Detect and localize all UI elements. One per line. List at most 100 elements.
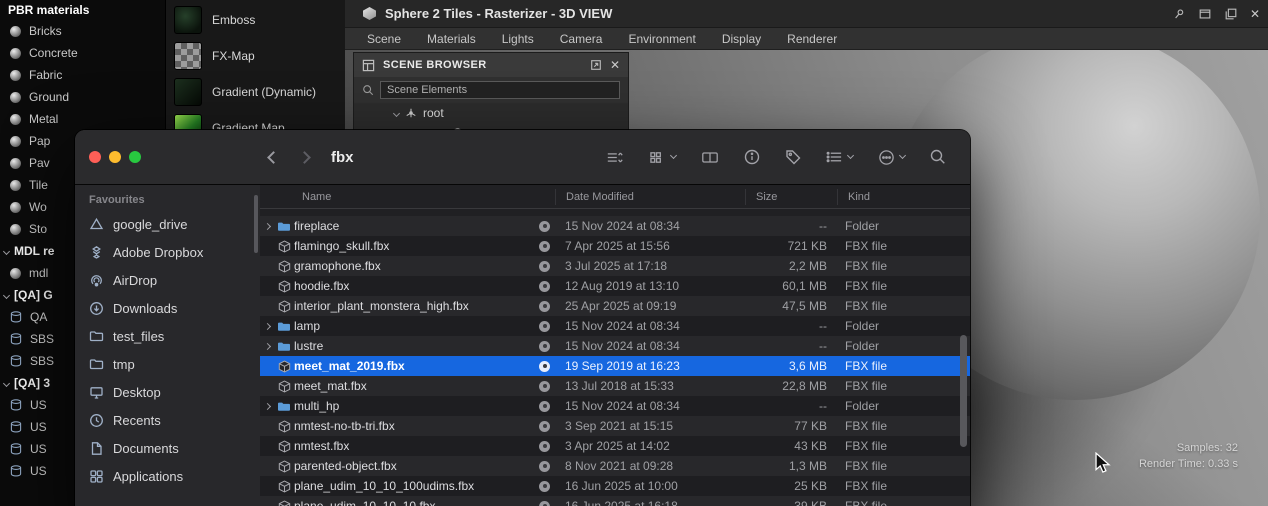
chevron-right-icon[interactable] [260,404,274,409]
sidebar-item-recents[interactable]: Recents [75,406,260,434]
sidebar-item-dropbox[interactable]: Adobe Dropbox [75,238,260,266]
material-sphere-icon [10,114,21,125]
section-label: MDL re [14,244,54,258]
app-titlebar[interactable]: Sphere 2 Tiles - Rasterizer - 3D VIEW ✕ [345,0,1268,28]
table-row[interactable]: plane_udim_10_10_10.fbx 16 Jun 2025 at 1… [260,496,970,506]
sync-status-icon [539,261,550,272]
menu-scene[interactable]: Scene [367,32,401,46]
tree-node-root[interactable]: root [354,103,628,123]
table-row[interactable]: meet_mat.fbx 13 Jul 2018 at 15:33 22,8 M… [260,376,970,396]
table-row[interactable]: flamingo_skull.fbx 7 Apr 2025 at 15:56 7… [260,236,970,256]
database-icon [10,443,22,455]
scene-browser-header[interactable]: SCENE BROWSER ✕ [354,53,628,77]
material-item[interactable]: Ground [0,86,165,108]
forward-button[interactable] [298,151,311,164]
back-button[interactable] [267,151,280,164]
info-button[interactable] [744,149,760,165]
file-kind: Folder [837,219,970,233]
material-item[interactable]: Fabric [0,64,165,86]
file-date: 3 Jul 2025 at 17:18 [555,259,745,273]
menu-environment[interactable]: Environment [628,32,695,46]
finder-toolbar[interactable]: fbx [75,130,970,185]
maximize-icon[interactable] [1224,7,1238,21]
list-header: Name Date Modified Size Kind [260,185,970,209]
material-item[interactable]: Metal [0,108,165,130]
sidebar-item-airdrop[interactable]: AirDrop [75,266,260,294]
menu-materials[interactable]: Materials [427,32,476,46]
sidebar-item-tmp[interactable]: tmp [75,350,260,378]
menu-camera[interactable]: Camera [560,32,603,46]
node-label: FX-Map [212,49,255,63]
file-list: Name Date Modified Size Kind fireplace 1… [260,185,970,506]
table-row[interactable]: multi_hp 15 Nov 2024 at 08:34 -- Folder [260,396,970,416]
chevron-right-icon[interactable] [260,344,274,349]
minimize-window-button[interactable] [109,151,121,163]
pin-icon[interactable] [1172,7,1186,21]
file-name: interior_plant_monstera_high.fbx [294,299,539,313]
chevron-down-icon [3,291,10,298]
sidebar-item-applications[interactable]: Applications [75,462,260,490]
material-label: Pav [29,156,50,170]
sync-status-icon [539,421,550,432]
sidebar-item-desktop[interactable]: Desktop [75,378,260,406]
search-icon[interactable] [930,149,946,165]
material-item[interactable]: Concrete [0,42,165,64]
column-header-kind[interactable]: Kind [837,189,970,205]
menu-renderer[interactable]: Renderer [787,32,837,46]
google-drive-icon [89,217,104,232]
folder-icon [274,401,294,412]
chevron-down-icon[interactable] [393,109,400,116]
table-row[interactable]: gramophone.fbx 3 Jul 2025 at 17:18 2,2 M… [260,256,970,276]
file-kind: Folder [837,339,970,353]
chevron-right-icon[interactable] [260,224,274,229]
sync-status-icon [539,501,550,506]
close-icon[interactable]: ✕ [610,59,620,71]
node-item[interactable]: Gradient (Dynamic) [166,74,345,110]
scene-filter-input[interactable]: Scene Elements [380,81,620,99]
zoom-window-button[interactable] [129,151,141,163]
table-row[interactable]: hoodie.fbx 12 Aug 2019 at 13:10 60,1 MB … [260,276,970,296]
column-header-size[interactable]: Size [745,189,837,205]
table-row-selected[interactable]: meet_mat_2019.fbx 19 Sep 2019 at 16:23 3… [260,356,970,376]
chevron-down-icon [847,152,854,159]
node-item[interactable]: FX-Map [166,38,345,74]
table-row[interactable]: fireplace 15 Nov 2024 at 08:34 -- Folder [260,216,970,236]
close-window-button[interactable] [89,151,101,163]
list-scrollbar[interactable] [960,335,967,447]
float-panel-icon[interactable] [1198,7,1212,21]
file-date: 7 Apr 2025 at 15:56 [555,239,745,253]
menu-lights[interactable]: Lights [502,32,534,46]
table-row[interactable]: interior_plant_monstera_high.fbx 25 Apr … [260,296,970,316]
material-sphere-icon [10,70,21,81]
group-button[interactable] [826,150,853,164]
sidebar-section-label: Favourites [75,191,260,210]
more-actions-button[interactable] [878,149,905,166]
sidebar-scrollbar[interactable] [254,195,258,253]
sidebar-item-documents[interactable]: Documents [75,434,260,462]
list-view-button[interactable] [606,150,624,165]
sidebar-item-test-files[interactable]: test_files [75,322,260,350]
tag-button[interactable] [785,149,801,165]
column-view-button[interactable] [701,150,719,165]
node-item[interactable]: Emboss [166,2,345,38]
sidebar-item-google-drive[interactable]: google_drive [75,210,260,238]
table-row[interactable]: nmtest.fbx 3 Apr 2025 at 14:02 43 KB FBX… [260,436,970,456]
column-header-name[interactable]: Name [260,191,555,203]
menu-display[interactable]: Display [722,32,761,46]
folder-icon [274,341,294,352]
icon-view-button[interactable] [649,150,676,165]
file-size: 60,1 MB [745,279,837,293]
sidebar-item-downloads[interactable]: Downloads [75,294,260,322]
file-rows: fireplace 15 Nov 2024 at 08:34 -- Folder… [260,216,970,506]
dropbox-icon [89,245,104,260]
close-icon[interactable]: ✕ [1250,8,1260,20]
table-row[interactable]: lustre 15 Nov 2024 at 08:34 -- Folder [260,336,970,356]
chevron-right-icon[interactable] [260,324,274,329]
table-row[interactable]: plane_udim_10_10_100udims.fbx 16 Jun 202… [260,476,970,496]
column-header-date[interactable]: Date Modified [555,189,745,205]
material-item[interactable]: Bricks [0,20,165,42]
table-row[interactable]: nmtest-no-tb-tri.fbx 3 Sep 2021 at 15:15… [260,416,970,436]
table-row[interactable]: parented-object.fbx 8 Nov 2021 at 09:28 … [260,456,970,476]
table-row[interactable]: lamp 15 Nov 2024 at 08:34 -- Folder [260,316,970,336]
undock-icon[interactable] [590,59,602,71]
